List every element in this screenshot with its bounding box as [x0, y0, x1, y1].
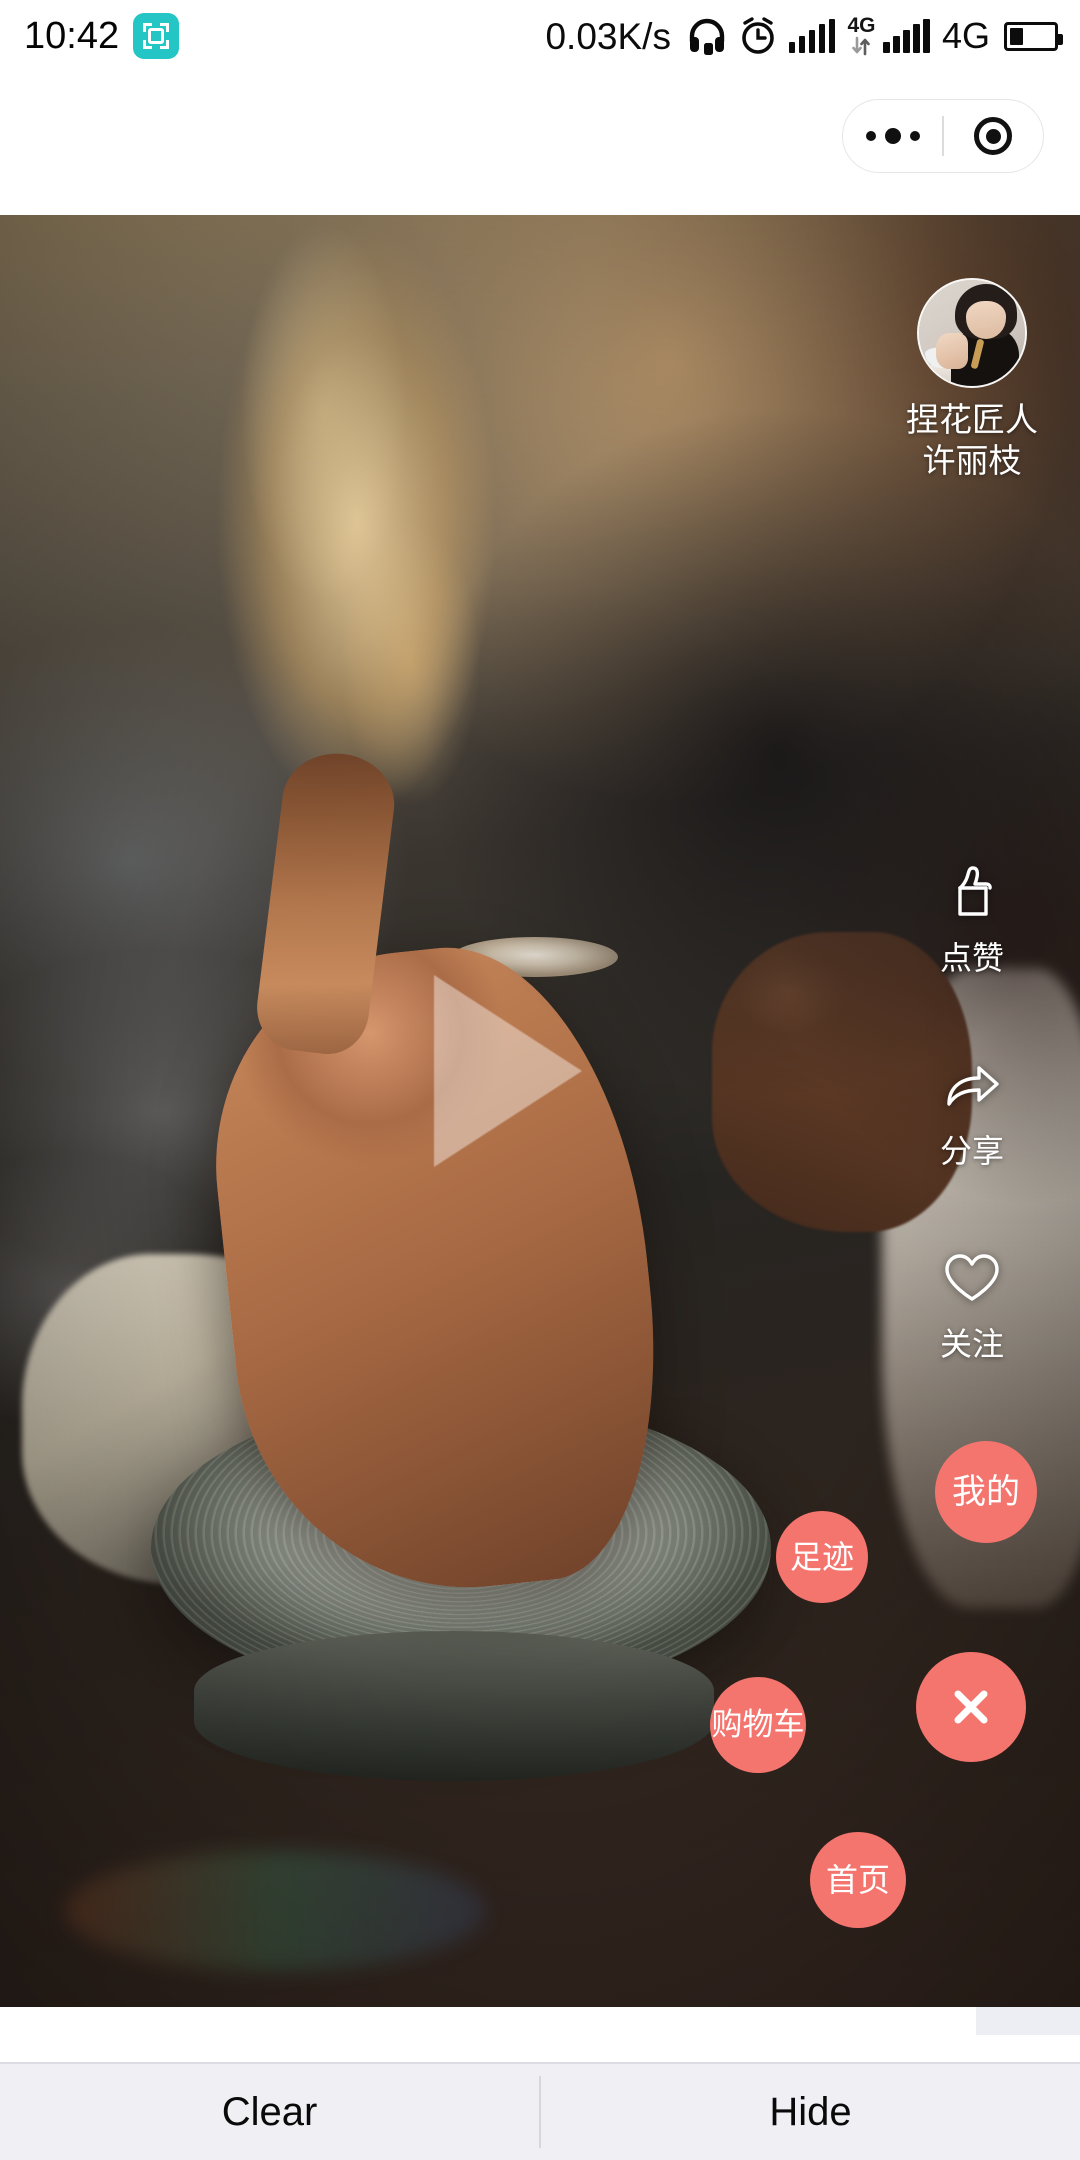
- play-triangle-icon[interactable]: [434, 975, 582, 1167]
- bottom-action-bar: Clear Hide: [0, 2062, 1080, 2160]
- signal-bars-icon-1: [788, 18, 836, 53]
- like-action[interactable]: 点赞: [892, 860, 1052, 979]
- network-type-label: 4G: [941, 15, 990, 56]
- headset-icon: [687, 17, 727, 55]
- heart-icon: [936, 1246, 1008, 1312]
- bubble-home-label: 首页: [825, 1861, 890, 1899]
- bubble-mine-label: 我的: [952, 1472, 1020, 1512]
- follow-action[interactable]: 关注: [892, 1246, 1052, 1365]
- mini-program-nav-bar: [0, 72, 1080, 215]
- author-name: 捏花匠人 许丽枝: [906, 400, 1038, 482]
- bubble-footprint[interactable]: 足迹: [776, 1511, 868, 1603]
- close-miniprogram-button[interactable]: [944, 100, 1043, 172]
- bubble-mine[interactable]: 我的: [935, 1441, 1037, 1543]
- share-label: 分享: [939, 1132, 1004, 1170]
- network-speed: 0.03K/s: [545, 15, 671, 57]
- status-time: 10:42: [24, 15, 120, 57]
- scan-frame-icon[interactable]: [133, 13, 180, 59]
- author-block[interactable]: 捏花匠人 许丽枝: [892, 278, 1052, 482]
- bubble-footprint-label: 足迹: [789, 1538, 854, 1576]
- share-action[interactable]: 分享: [892, 1053, 1052, 1172]
- action-rail: 点赞 分享 关注: [892, 860, 1052, 1439]
- bubble-close[interactable]: [916, 1652, 1026, 1762]
- author-name-line1: 捏花匠人: [906, 400, 1038, 439]
- status-indicators: 0.03K/s 4G 4G: [545, 14, 1063, 57]
- scroll-indicator-chip: [976, 2007, 1080, 2035]
- data-transfer-icon: 4G: [847, 14, 876, 56]
- battery-icon: [1004, 21, 1063, 51]
- hide-button[interactable]: Hide: [541, 2064, 1080, 2160]
- bubble-home[interactable]: 首页: [810, 1832, 906, 1928]
- author-name-line2: 许丽枝: [922, 440, 1022, 480]
- share-arrow-icon: [936, 1053, 1008, 1119]
- alarm-clock-icon: [739, 16, 777, 56]
- status-bar: 10:42 0.03K/s 4G 4G: [0, 0, 1080, 72]
- bubble-cart[interactable]: 购物车: [710, 1677, 806, 1773]
- thumbs-up-icon: [936, 860, 1008, 926]
- clear-button[interactable]: Clear: [0, 2064, 539, 2160]
- below-video-spacer: [0, 2007, 1080, 2062]
- signal-bars-icon-2: [883, 18, 930, 53]
- close-x-icon: [954, 1690, 988, 1724]
- phone-screen: 10:42 0.03K/s 4G 4G 捏花匠人 许丽枝 点赞 分享 关注 我的…: [0, 0, 1080, 2160]
- follow-label: 关注: [939, 1325, 1004, 1363]
- like-label: 点赞: [939, 939, 1004, 977]
- avatar[interactable]: [917, 278, 1027, 388]
- more-menu-button[interactable]: [843, 100, 942, 172]
- more-dots-icon: [865, 128, 920, 144]
- bubble-cart-label: 购物车: [711, 1706, 805, 1743]
- capsule-button[interactable]: [842, 99, 1044, 173]
- target-circle-icon: [974, 117, 1013, 155]
- data-indicator-label: 4G: [847, 14, 876, 38]
